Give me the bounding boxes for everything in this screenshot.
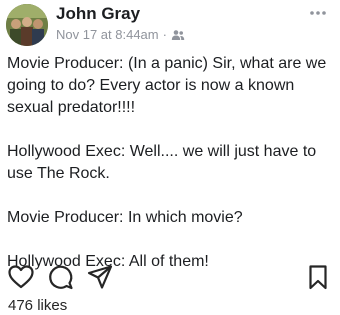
post-paragraph: Movie Producer: (In a panic) Sir, what a… (7, 55, 327, 116)
post-meta: Nov 17 at 8:44am · (56, 27, 185, 42)
like-button[interactable] (7, 263, 35, 291)
avatar-image (6, 4, 48, 46)
save-button[interactable] (304, 263, 332, 291)
meta-separator: · (162, 27, 167, 42)
share-button[interactable] (86, 263, 114, 291)
more-horizontal-icon (310, 11, 326, 15)
post-body: Movie Producer: (In a panic) Sir, what a… (7, 53, 335, 295)
avatar[interactable] (6, 4, 48, 46)
comment-icon (49, 265, 73, 290)
heart-icon (8, 265, 34, 289)
comment-button[interactable] (47, 263, 75, 291)
post-timestamp[interactable]: Nov 17 at 8:44am (56, 27, 159, 42)
friends-icon (171, 29, 185, 40)
bookmark-icon (309, 265, 327, 290)
post-paragraph: Movie Producer: In which movie? (7, 209, 243, 226)
author-name[interactable]: John Gray (56, 4, 140, 24)
post-header: John Gray Nov 17 at 8:44am · (0, 0, 340, 52)
action-bar (0, 263, 340, 293)
send-icon (87, 265, 113, 289)
likes-count[interactable]: 476 likes (8, 297, 67, 314)
post-paragraph: Hollywood Exec: Well.... we will just ha… (7, 143, 317, 182)
more-options-button[interactable] (306, 4, 330, 22)
